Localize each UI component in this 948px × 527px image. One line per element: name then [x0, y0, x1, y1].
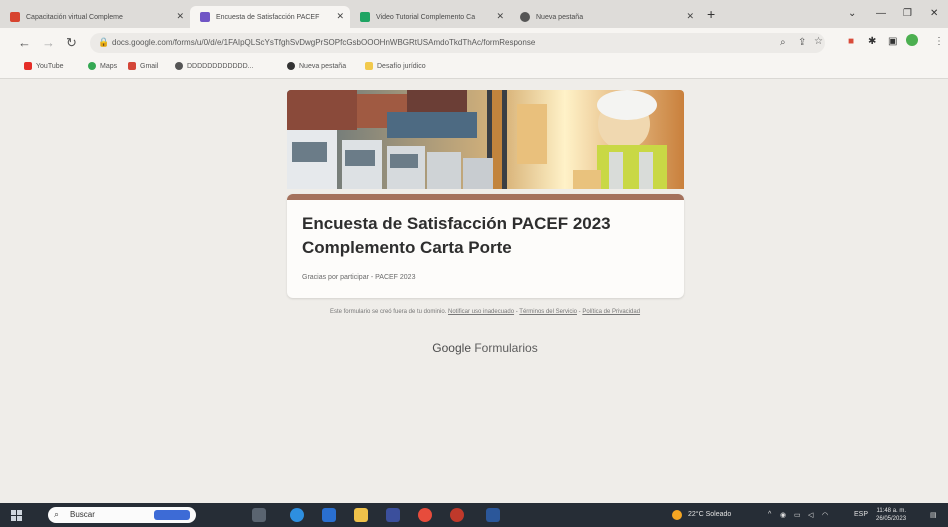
address-bar[interactable]: 🔒 docs.google.com/forms/u/0/d/e/1FAIpQLS…	[90, 33, 825, 53]
bookmark-gmail[interactable]: Gmail	[128, 62, 158, 70]
tab-nueva-pestana[interactable]: Nueva pestaña ✕	[510, 6, 700, 28]
clock-date: 26/05/2023	[876, 516, 907, 522]
maximize-icon[interactable]: ❐	[903, 8, 912, 19]
close-icon[interactable]: ✕	[176, 11, 184, 22]
footer-text: Este formulario se creó fuera de tu domi…	[329, 309, 447, 315]
forward-icon[interactable]: →	[42, 35, 55, 50]
wifi-icon[interactable]: ◠	[822, 511, 828, 519]
page-content: Encuesta de Satisfacción PACEF 2023 Comp…	[0, 79, 948, 503]
drive-favicon-icon	[360, 12, 370, 22]
gmail-icon	[128, 62, 136, 70]
bookmarks-bar: YouTube Maps Gmail DDDDDDDDDDDD... Nueva…	[0, 58, 948, 79]
header-banner-image	[287, 90, 684, 189]
tab-label: Video Tutorial Complemento Ca	[376, 13, 476, 21]
browser-tab-strip: Capacitación virtual Compleme ✕ Encuesta…	[0, 0, 948, 28]
bookmark-youtube[interactable]: YouTube	[24, 62, 64, 70]
tray-chevron-icon[interactable]: ^	[768, 511, 771, 518]
bookmark-label: YouTube	[36, 62, 64, 70]
back-icon[interactable]: ←	[18, 35, 31, 50]
globe-icon	[175, 62, 183, 70]
tab-video-tutorial[interactable]: Video Tutorial Complemento Ca ✕	[350, 6, 510, 28]
report-abuse-link[interactable]: Notificar uso inadecuado	[448, 309, 514, 315]
file-explorer-icon[interactable]	[354, 508, 368, 522]
bookmark-label: Desafío jurídico	[377, 62, 426, 70]
weather-sun-icon[interactable]	[672, 510, 682, 520]
tab-search-icon[interactable]: ⌄	[848, 8, 856, 19]
network-icon[interactable]: ◉	[780, 511, 786, 519]
share-icon[interactable]: ⇪	[798, 37, 806, 48]
task-view-icon[interactable]	[252, 508, 266, 522]
word-icon[interactable]	[486, 508, 500, 522]
taskbar-clock[interactable]: 11:48 a. m. 26/05/2023	[876, 507, 906, 523]
battery-icon[interactable]: ▭	[794, 511, 801, 519]
forms-favicon-icon	[200, 12, 210, 22]
url-text: docs.google.com/forms/u/0/d/e/1FAIpQLScY…	[112, 38, 536, 47]
menu-kebab-icon[interactable]: ⋮	[934, 36, 944, 47]
close-icon[interactable]: ✕	[496, 11, 504, 22]
edge-browser-icon[interactable]	[290, 508, 304, 522]
search-placeholder: Buscar	[70, 510, 95, 519]
tab-label: Encuesta de Satisfacción PACEF	[216, 13, 320, 21]
search-highlight-icon	[154, 510, 190, 520]
volume-icon[interactable]: ◁	[808, 511, 813, 519]
store-icon[interactable]	[386, 508, 400, 522]
tab-label: Nueva pestaña	[536, 13, 584, 21]
maps-pin-icon	[88, 62, 96, 70]
bookmark-label: DDDDDDDDDDDD...	[187, 62, 254, 70]
bookmark-label: Maps	[100, 62, 118, 70]
browser-toolbar: ← → ↻ 🔒 docs.google.com/forms/u/0/d/e/1F…	[0, 28, 948, 58]
windows-taskbar: ⌕ Buscar 22°C Soleado ^ ◉ ▭ ◁ ◠ ESP 11:4…	[0, 503, 948, 527]
bookmark-desafio[interactable]: Desafío jurídico	[365, 62, 426, 70]
clock-time: 11:48 a. m.	[876, 508, 907, 514]
chrome-favicon-icon	[520, 12, 530, 22]
close-window-icon[interactable]: ✕	[930, 8, 938, 19]
windows-start-icon[interactable]	[11, 510, 22, 521]
close-icon[interactable]: ✕	[336, 11, 344, 22]
banner-illustration	[287, 90, 684, 189]
gmail-favicon-icon	[10, 12, 20, 22]
extension-icon[interactable]: ■	[848, 36, 854, 47]
tab-label: Capacitación virtual Compleme	[26, 13, 123, 21]
bookmark-ddd[interactable]: DDDDDDDDDDDD...	[175, 62, 254, 70]
mail-icon[interactable]	[322, 508, 336, 522]
form-description: Gracias por participar - PACEF 2023	[302, 274, 416, 281]
extensions-puzzle-icon[interactable]: ✱	[868, 36, 876, 47]
form-footer-note: Este formulario se creó fuera de tu domi…	[329, 309, 641, 315]
form-header-card: Encuesta de Satisfacción PACEF 2023 Comp…	[287, 194, 684, 298]
sidepanel-icon[interactable]: ▣	[888, 36, 897, 47]
notifications-icon[interactable]: ▤	[930, 511, 937, 519]
chrome-icon	[287, 62, 295, 70]
tab-encuesta[interactable]: Encuesta de Satisfacción PACEF ✕	[190, 6, 350, 28]
profile-avatar[interactable]	[906, 34, 918, 46]
close-icon[interactable]: ✕	[686, 11, 694, 22]
bookmark-maps[interactable]: Maps	[88, 62, 117, 70]
tab-capacitacion[interactable]: Capacitación virtual Compleme ✕	[0, 6, 190, 28]
lock-icon[interactable]: 🔒	[98, 37, 109, 48]
bookmark-label: Gmail	[140, 62, 159, 70]
minimize-icon[interactable]: —	[876, 8, 886, 19]
brand-forms: Formularios	[474, 341, 538, 355]
brand-google: Google	[432, 341, 471, 355]
search-icon: ⌕	[54, 509, 60, 519]
taskbar-search-box[interactable]: ⌕ Buscar	[48, 507, 196, 523]
form-title: Encuesta de Satisfacción PACEF 2023 Comp…	[302, 214, 611, 257]
bookmark-label: Nueva pestaña	[299, 62, 347, 70]
bookmark-star-icon[interactable]: ☆	[814, 36, 823, 47]
bookmark-nueva-pestana[interactable]: Nueva pestaña	[287, 62, 346, 70]
terms-link[interactable]: Términos del Servicio	[519, 309, 577, 315]
youtube-icon	[24, 62, 32, 70]
reload-icon[interactable]: ↻	[66, 35, 77, 51]
weather-text[interactable]: 22°C Soleado	[688, 511, 731, 518]
google-forms-logo[interactable]: Google Formularios	[0, 341, 948, 355]
chrome-icon[interactable]	[418, 508, 432, 522]
zoom-icon[interactable]: ⌕	[780, 37, 786, 48]
privacy-link[interactable]: Política de Privacidad	[582, 309, 640, 315]
language-indicator[interactable]: ESP	[854, 511, 868, 518]
chrome-profile-icon[interactable]	[450, 508, 464, 522]
new-tab-icon[interactable]: +	[707, 6, 715, 22]
folder-icon	[365, 62, 373, 70]
